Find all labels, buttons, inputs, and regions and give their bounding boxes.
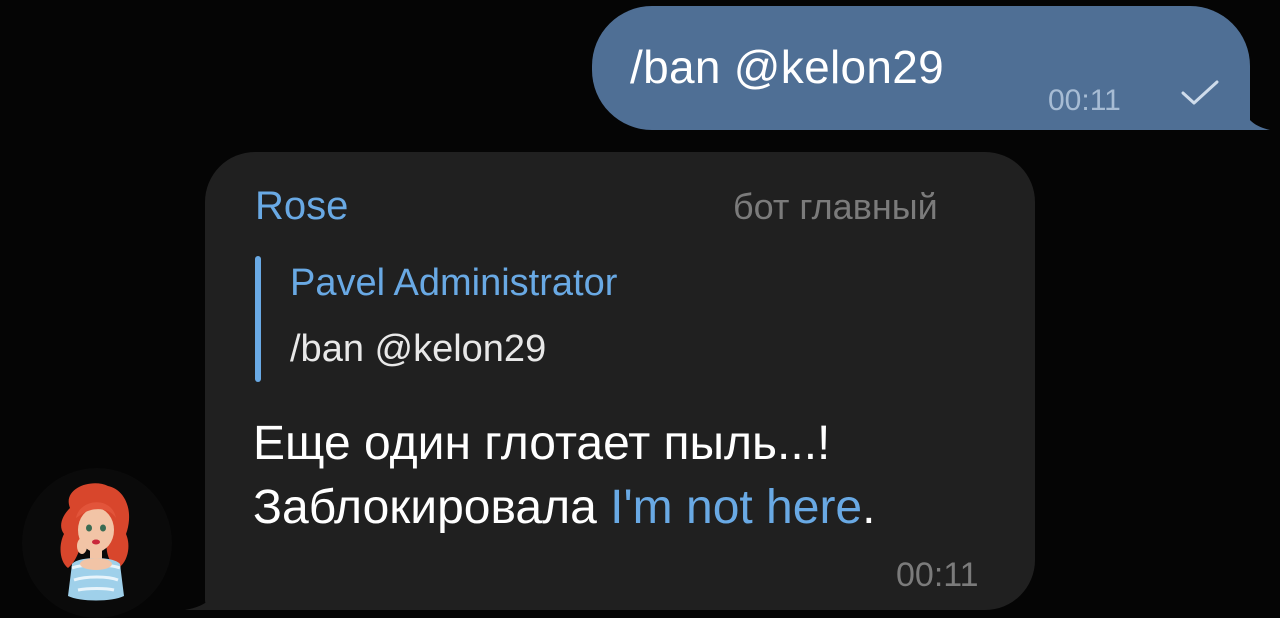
reply-author[interactable]: Pavel Administrator [290,262,617,305]
incoming-bubble-tail [185,576,221,610]
reply-quote-bar [255,256,261,382]
outgoing-message-time: 00:11 [1048,84,1121,117]
outgoing-message-text: /ban @kelon29 [630,41,945,93]
message-text-line2: Заблокировала I'm not here. [253,480,875,535]
reply-text[interactable]: /ban @kelon29 [290,328,546,371]
outgoing-bubble-tail [1240,96,1270,130]
cartoon-redhead-avatar-icon [60,483,130,601]
message-text-line1: Еще один глотает пыль...! [253,417,831,470]
sender-name[interactable]: Rose [255,184,348,229]
message-text-suffix: . [862,481,876,534]
message-text-prefix: Заблокировала [253,481,611,534]
chat-view: /ban @kelon29 00:11 Rose бот главный Pav… [0,0,1280,618]
avatar[interactable] [22,468,172,618]
incoming-message-time: 00:11 [896,556,979,594]
single-check-icon [1181,80,1219,105]
sender-role-badge: бот главный [733,186,938,227]
user-mention-link[interactable]: I'm not here [610,481,862,534]
